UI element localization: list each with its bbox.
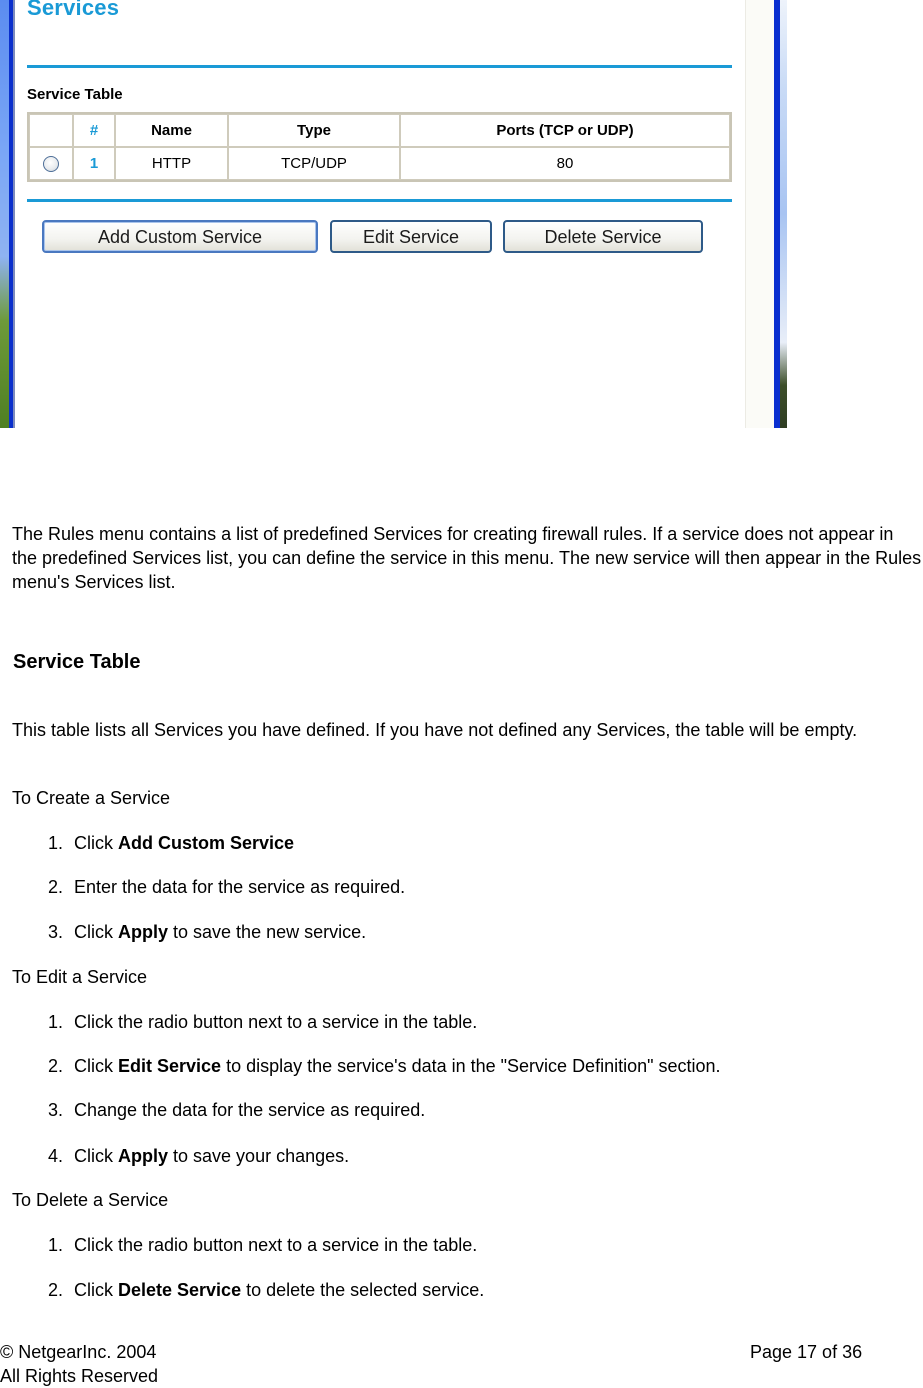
step-number: 3. [48, 1100, 64, 1120]
delete-step: 2. Click Delete Service to delete the sel… [48, 1278, 484, 1302]
step-number: 4. [48, 1146, 64, 1166]
edit-step: 3. Change the data for the service as req… [48, 1098, 425, 1122]
section-heading: Service Table [13, 651, 141, 673]
header-ports: Ports (TCP or UDP) [400, 114, 730, 147]
header-select [29, 114, 73, 147]
edit-step: 2. Click Edit Service to display the serv… [48, 1054, 721, 1078]
row-number: 1 [73, 147, 115, 180]
select-cell [29, 147, 73, 180]
edit-service-button[interactable]: Edit Service [330, 220, 492, 253]
header-number: # [73, 114, 115, 147]
services-screenshot: Services Service Table # Name Type Ports… [0, 0, 787, 428]
step-text: Click the radio button next to a service… [74, 1012, 478, 1032]
step-bold: Delete Service [118, 1280, 242, 1300]
add-custom-service-button[interactable]: Add Custom Service [42, 220, 318, 253]
page-title: Services [27, 0, 120, 20]
row-ports: 80 [400, 147, 730, 180]
step-text: to save the new service. [168, 922, 367, 942]
divider-bottom [27, 199, 732, 202]
section-paragraph: This table lists all Services you have d… [12, 720, 858, 740]
step-bold: Edit Service [118, 1056, 222, 1076]
step-number: 1. [48, 1235, 64, 1255]
step-number: 1. [48, 1012, 64, 1032]
create-step: 1. Click Add Custom Service [48, 831, 294, 855]
step-number: 1. [48, 833, 64, 853]
header-type: Type [228, 114, 400, 147]
edit-heading: To Edit a Service [12, 967, 148, 987]
step-text: to display the service's data in the "Se… [221, 1056, 721, 1076]
rights-text: All Rights Reserved [0, 1366, 159, 1386]
step-bold: Apply [118, 1146, 169, 1166]
table-header-row: # Name Type Ports (TCP or UDP) [29, 114, 730, 147]
copyright-text: © NetgearInc. 2004 [0, 1342, 157, 1362]
row-type: TCP/UDP [228, 147, 400, 180]
edit-step: 1. Click the radio button next to a servi… [48, 1010, 477, 1034]
step-number: 2. [48, 877, 64, 897]
footer-copyright: © NetgearInc. 2004 All Rights Reserved [0, 1340, 158, 1388]
step-text: to save your changes. [168, 1146, 350, 1166]
divider-top [27, 65, 732, 68]
delete-step: 1. Click the radio button next to a servi… [48, 1233, 477, 1257]
intro-paragraph: The Rules menu contains a list of predef… [12, 524, 922, 592]
service-table: # Name Type Ports (TCP or UDP) 1 HTTP TC… [27, 112, 732, 182]
step-text: Click [74, 1056, 118, 1076]
create-heading: To Create a Service [12, 788, 171, 808]
step-text: Change the data for the service as requi… [74, 1100, 426, 1120]
table-row: 1 HTTP TCP/UDP 80 [29, 147, 730, 180]
step-text: Click the radio button next to a service… [74, 1235, 478, 1255]
scrollbar-gutter [745, 0, 774, 428]
service-table-caption: Service Table [27, 86, 123, 103]
delete-service-button[interactable]: Delete Service [503, 220, 703, 253]
create-step: 2. Enter the data for the service as requ… [48, 875, 405, 899]
window-frame-left-inner [13, 0, 15, 428]
step-bold: Apply [118, 922, 169, 942]
edit-step: 4. Click Apply to save your changes. [48, 1144, 349, 1168]
service-radio-button[interactable] [43, 156, 59, 173]
step-number: 3. [48, 922, 64, 942]
create-step: 3. Click Apply to save the new service. [48, 920, 366, 944]
step-text: Click [74, 922, 118, 942]
desktop-background-right [780, 0, 787, 428]
header-name: Name [115, 114, 228, 147]
step-text: Click [74, 1280, 118, 1300]
row-name: HTTP [115, 147, 228, 180]
desktop-background-left [0, 0, 9, 428]
step-text: Enter the data for the service as requir… [74, 877, 406, 897]
page-number: Page 17 of 36 [750, 1342, 863, 1362]
step-bold: Add Custom Service [118, 833, 295, 853]
step-text: Click [74, 833, 118, 853]
step-text: to delete the selected service. [241, 1280, 485, 1300]
step-number: 2. [48, 1056, 64, 1076]
step-number: 2. [48, 1280, 64, 1300]
delete-heading: To Delete a Service [12, 1190, 169, 1210]
step-text: Click [74, 1146, 118, 1166]
